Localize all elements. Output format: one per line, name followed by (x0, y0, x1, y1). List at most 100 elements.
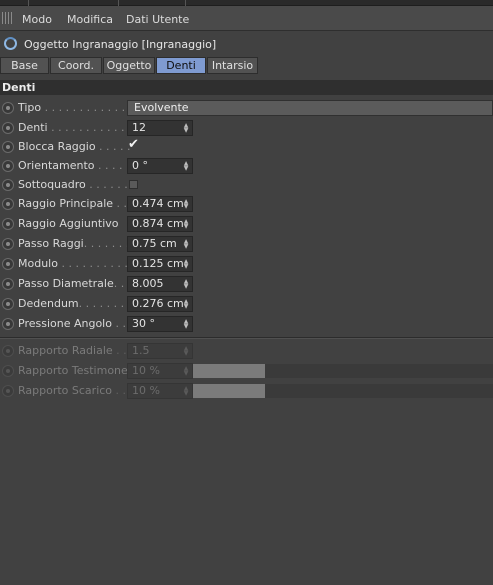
tab-oggetto[interactable]: Oggetto (103, 57, 155, 74)
orientamento-field[interactable]: 0 ° ▲ ▼ (127, 158, 193, 174)
stepper-arrows-icon[interactable]: ▲ ▼ (183, 199, 189, 210)
rapporto-scarico-slider-fill (193, 384, 265, 398)
stepper-arrows-icon[interactable]: ▲ ▼ (183, 161, 189, 172)
passo-raggi-field[interactable]: 0.75 cm ▲ ▼ (127, 236, 193, 252)
animation-radio-icon[interactable] (2, 102, 14, 114)
object-header: Oggetto Ingranaggio [Ingranaggio] (0, 32, 493, 56)
param-row-passo-raggi: Passo Raggi. . . . . . . 0.75 cm ▲ ▼ (0, 235, 493, 253)
animation-radio-icon[interactable] (2, 318, 14, 330)
field-value: 10 % (132, 364, 160, 377)
param-label: Sottoquadro . . . . . . (18, 178, 128, 191)
animation-radio-icon[interactable] (2, 278, 14, 290)
param-label: Dedendum. . . . . . . . (18, 297, 132, 310)
field-value: 0.874 cm (132, 217, 184, 230)
animation-radio-icon[interactable] (2, 122, 14, 134)
stepper-arrows-icon[interactable]: ▲ ▼ (183, 219, 189, 230)
rapporto-scarico-slider (265, 384, 493, 398)
field-value: 30 ° (132, 317, 155, 330)
stepper-arrows-icon: ▲ ▼ (183, 345, 189, 357)
raggio-principale-field[interactable]: 0.474 cm ▲ ▼ (127, 196, 193, 212)
grip-icon[interactable] (2, 12, 13, 24)
param-label: Passo Raggi. . . . . . . (18, 237, 130, 250)
param-label: Tipo . . . . . . . . . . . . . (18, 101, 133, 114)
animation-radio-icon[interactable] (2, 179, 14, 191)
param-label: Blocca Raggio . . . . . (18, 140, 131, 153)
param-row-modulo: Modulo . . . . . . . . . . 0.125 cm ▲ ▼ (0, 255, 493, 273)
stepper-arrows-icon[interactable]: ▲ ▼ (183, 319, 189, 330)
field-value: 0.276 cm (132, 297, 184, 310)
stepper-arrows-icon[interactable]: ▲ ▼ (183, 299, 189, 310)
stepper-arrows-icon: ▲ ▼ (183, 385, 189, 397)
animation-radio-icon (2, 385, 14, 397)
animation-radio-icon (2, 345, 14, 357)
animation-radio-icon[interactable] (2, 258, 14, 270)
section-title: Denti (0, 80, 493, 95)
menu-bar: Modo Modifica Dati Utente (0, 6, 493, 31)
param-row-pressione-angolo: Pressione Angolo . . 30 ° ▲ ▼ (0, 315, 493, 333)
animation-radio-icon[interactable] (2, 198, 14, 210)
param-label: Raggio Principale . . (18, 197, 128, 210)
field-value: 8.005 (132, 277, 164, 290)
param-row-rapporto-scarico: Rapporto Scarico . . 10 % ▲ ▼ (0, 382, 493, 400)
param-label: Orientamento . . . . . (18, 159, 130, 172)
blocca-raggio-checkbox[interactable]: ✔ (128, 137, 139, 152)
param-label: Raggio Aggiuntivo (18, 217, 119, 230)
animation-radio-icon[interactable] (2, 238, 14, 250)
param-label: Rapporto Testimone (18, 364, 128, 377)
param-label: Rapporto Scarico . . (18, 384, 127, 397)
menu-modifica[interactable]: Modifica (67, 13, 113, 26)
param-row-orientamento: Orientamento . . . . . 0 ° ▲ ▼ (0, 157, 493, 175)
raggio-aggiuntivo-field[interactable]: 0.874 cm ▲ ▼ (127, 216, 193, 232)
rapporto-testimone-slider (265, 364, 493, 378)
stepper-arrows-icon[interactable]: ▲ ▼ (183, 123, 189, 134)
rapporto-radiale-field: 1.5 ▲ ▼ (127, 343, 193, 359)
animation-radio-icon[interactable] (2, 298, 14, 310)
tab-coord[interactable]: Coord. (50, 57, 102, 74)
stepper-arrows-icon[interactable]: ▲ ▼ (183, 239, 189, 250)
param-row-passo-diametrale: Passo Diametrale. . 8.005 ▲ ▼ (0, 275, 493, 293)
denti-field[interactable]: 12 ▲ ▼ (127, 120, 193, 136)
field-value: 0.75 cm (132, 237, 177, 250)
field-value: 1.5 (132, 344, 150, 357)
param-label: Passo Diametrale. . (18, 277, 125, 290)
object-title: Oggetto Ingranaggio [Ingranaggio] (24, 38, 217, 51)
dedendum-field[interactable]: 0.276 cm ▲ ▼ (127, 296, 193, 312)
sottoquadro-checkbox[interactable] (129, 180, 138, 189)
param-row-raggio-principale: Raggio Principale . . 0.474 cm ▲ ▼ (0, 195, 493, 213)
animation-radio-icon[interactable] (2, 160, 14, 172)
param-row-denti: Denti . . . . . . . . . . . . 12 ▲ ▼ (0, 119, 493, 137)
menu-modo[interactable]: Modo (22, 13, 52, 26)
animation-radio-icon[interactable] (2, 141, 14, 153)
tab-denti[interactable]: Denti (156, 57, 206, 74)
param-row-rapporto-testimone: Rapporto Testimone 10 % ▲ ▼ (0, 362, 493, 380)
param-label: Rapporto Radiale . . (18, 344, 127, 357)
gear-object-icon (4, 37, 17, 50)
param-row-raggio-aggiuntivo: Raggio Aggiuntivo 0.874 cm ▲ ▼ (0, 215, 493, 233)
field-value: 0 ° (132, 159, 148, 172)
rapporto-testimone-slider-fill (193, 364, 265, 378)
menu-dati-utente[interactable]: Dati Utente (126, 13, 189, 26)
stepper-arrows-icon: ▲ ▼ (183, 365, 189, 377)
param-row-sottoquadro: Sottoquadro . . . . . . (0, 176, 493, 194)
tipo-dropdown[interactable]: Evolvente (127, 100, 493, 116)
field-value: 0.474 cm (132, 197, 184, 210)
stepper-arrows-icon[interactable]: ▲ ▼ (183, 279, 189, 290)
pressione-angolo-field[interactable]: 30 ° ▲ ▼ (127, 316, 193, 332)
stepper-arrows-icon[interactable]: ▲ ▼ (183, 259, 189, 270)
modulo-field[interactable]: 0.125 cm ▲ ▼ (127, 256, 193, 272)
animation-radio-icon[interactable] (2, 218, 14, 230)
param-label: Modulo . . . . . . . . . . (18, 257, 128, 270)
animation-radio-icon (2, 365, 14, 377)
field-value: 10 % (132, 384, 160, 397)
passo-diametrale-field[interactable]: 8.005 ▲ ▼ (127, 276, 193, 292)
field-value: 0.125 cm (132, 257, 184, 270)
param-row-blocca-raggio: Blocca Raggio . . . . . ✔ (0, 137, 493, 156)
param-label: Pressione Angolo . . (18, 317, 126, 330)
section-divider-highlight (0, 338, 493, 339)
param-label: Denti . . . . . . . . . . . . (18, 121, 132, 134)
tab-intarsio[interactable]: Intarsio (207, 57, 258, 74)
rapporto-testimone-field: 10 % ▲ ▼ (127, 363, 193, 379)
rapporto-scarico-field: 10 % ▲ ▼ (127, 383, 193, 399)
tab-base[interactable]: Base (0, 57, 49, 74)
param-row-rapporto-radiale: Rapporto Radiale . . 1.5 ▲ ▼ (0, 342, 493, 360)
